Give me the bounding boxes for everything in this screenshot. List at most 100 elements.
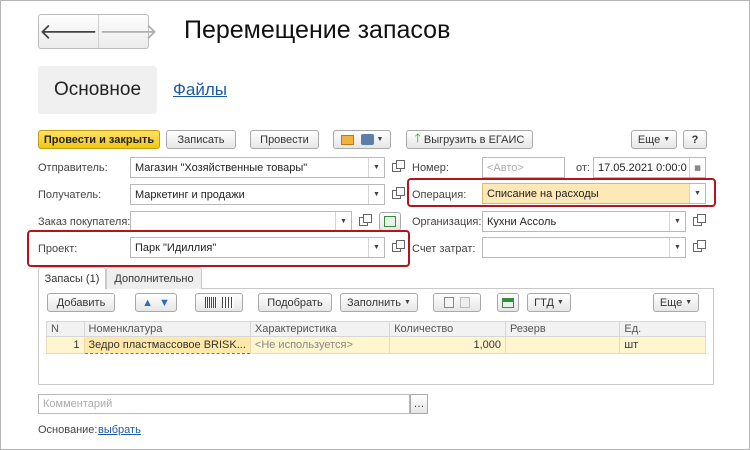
- cell-n[interactable]: 1: [46, 336, 85, 354]
- arrow-left-icon: 🡐: [39, 18, 98, 44]
- fill-icon: [384, 216, 396, 227]
- col-header-n[interactable]: N: [46, 321, 85, 337]
- number-field[interactable]: <Авто>: [482, 157, 565, 178]
- arrow-down-icon[interactable]: ▼: [159, 297, 170, 309]
- upload-icon: 🡑: [414, 131, 421, 145]
- stock-table: N Номенклатура Характеристика Количество…: [46, 321, 706, 354]
- page-title: Перемещение запасов: [184, 16, 451, 44]
- comment-input[interactable]: Комментарий: [38, 394, 410, 414]
- tab-files[interactable]: Файлы: [173, 80, 227, 100]
- project-label: Проект:: [38, 243, 78, 255]
- chevron-down-icon[interactable]: ▼: [377, 136, 384, 143]
- number-label: Номер:: [412, 162, 449, 174]
- chevron-down-icon: ▼: [663, 136, 671, 143]
- sender-label: Отправитель:: [38, 162, 108, 174]
- table-more-button[interactable]: Еще ▼: [653, 293, 699, 312]
- col-header-char[interactable]: Характеристика: [249, 321, 391, 337]
- post-button[interactable]: Провести: [250, 130, 319, 149]
- col-header-item[interactable]: Номенклатура: [83, 321, 251, 337]
- cell-item[interactable]: Зедро пластмассовое BRISK...: [83, 336, 251, 354]
- open-icon: [692, 214, 706, 226]
- open-org-button[interactable]: [688, 211, 706, 232]
- gtd-dropdown-button[interactable]: ГТД ▼: [527, 293, 571, 312]
- barcode-search-icon[interactable]: [221, 297, 234, 308]
- excel-button[interactable]: [497, 293, 519, 312]
- copy-buttons: [433, 293, 481, 312]
- comment-expand-button[interactable]: …: [410, 394, 428, 414]
- project-field[interactable]: Парк "Идиллия" ▼: [130, 237, 385, 258]
- document-window: 🡐 🡒 Перемещение запасов Основное Файлы П…: [0, 0, 750, 450]
- cell-reserve[interactable]: [504, 336, 621, 354]
- pick-button[interactable]: Подобрать: [258, 293, 332, 312]
- calendar-icon[interactable]: ▦: [689, 158, 705, 177]
- chevron-down-icon[interactable]: ▼: [689, 184, 705, 203]
- post-and-close-button[interactable]: Провести и закрыть: [38, 130, 160, 149]
- cost-account-label: Счет затрат:: [412, 243, 476, 255]
- open-icon: [358, 214, 372, 226]
- barcode-icon[interactable]: [204, 297, 217, 308]
- chevron-down-icon[interactable]: ▼: [368, 158, 384, 177]
- chevron-down-icon[interactable]: ▼: [368, 238, 384, 257]
- move-buttons: ▲ ▼: [135, 293, 177, 312]
- col-header-unit[interactable]: Ед.: [619, 321, 706, 337]
- open-icon: [692, 240, 706, 252]
- chevron-down-icon[interactable]: ▼: [669, 238, 685, 257]
- open-project-button[interactable]: [387, 237, 405, 258]
- cell-char[interactable]: <Не используется>: [249, 336, 391, 354]
- chevron-down-icon: ▼: [685, 299, 693, 306]
- recipient-label: Получатель:: [38, 189, 102, 201]
- paste-icon[interactable]: [460, 297, 470, 308]
- org-label: Организация:: [412, 216, 482, 228]
- table-icon: [502, 297, 514, 308]
- chevron-down-icon[interactable]: ▼: [669, 212, 685, 231]
- help-button[interactable]: ?: [683, 130, 707, 149]
- tab-extra[interactable]: Дополнительно: [106, 267, 202, 289]
- col-header-reserve[interactable]: Резерв: [504, 321, 621, 337]
- back-button[interactable]: 🡐: [39, 15, 98, 48]
- chevron-down-icon: ▼: [556, 299, 564, 306]
- add-row-button[interactable]: Добавить: [47, 293, 115, 312]
- fill-order-button[interactable]: [379, 212, 401, 231]
- save-button[interactable]: Записать: [166, 130, 236, 149]
- chevron-down-icon: ▼: [404, 299, 411, 306]
- order-field[interactable]: ▼: [130, 211, 352, 232]
- open-icon: [391, 240, 405, 252]
- chevron-down-icon[interactable]: ▼: [368, 185, 384, 204]
- copy-icon[interactable]: [444, 297, 454, 308]
- barcode-buttons: [195, 293, 243, 312]
- cost-account-field[interactable]: ▼: [482, 237, 686, 258]
- open-recipient-button[interactable]: [387, 184, 405, 205]
- recipient-field[interactable]: Маркетинг и продажи ▼: [130, 184, 385, 205]
- forward-button[interactable]: 🡒: [98, 15, 158, 48]
- open-order-button[interactable]: [354, 211, 372, 232]
- operation-field[interactable]: Списание на расходы ▼: [482, 183, 706, 204]
- chevron-down-icon[interactable]: ▼: [335, 212, 351, 231]
- nav-buttons: 🡐 🡒: [38, 14, 158, 49]
- cell-unit[interactable]: шт: [619, 336, 706, 354]
- basis-select-link[interactable]: выбрать: [98, 424, 141, 436]
- date-label: от:: [576, 162, 590, 174]
- table-row[interactable]: 1 Зедро пластмассовое BRISK... <Не испол…: [46, 336, 706, 354]
- table-header-row: N Номенклатура Характеристика Количество…: [46, 321, 706, 337]
- open-icon: [391, 160, 405, 172]
- org-field[interactable]: Кухни Ассоль ▼: [482, 211, 686, 232]
- tab-stock[interactable]: Запасы (1): [38, 267, 106, 289]
- egais-upload-button[interactable]: 🡑 Выгрузить в ЕГАИС: [406, 130, 533, 149]
- open-sender-button[interactable]: [387, 157, 405, 178]
- col-header-qty[interactable]: Количество: [389, 321, 506, 337]
- mail-icon[interactable]: [340, 134, 354, 145]
- basis-label: Основание:: [38, 424, 98, 436]
- tab-main[interactable]: Основное: [38, 66, 157, 114]
- operation-label: Операция:: [412, 189, 467, 201]
- printer-icon[interactable]: [360, 134, 374, 145]
- open-cost-account-button[interactable]: [688, 237, 706, 258]
- sender-field[interactable]: Магазин "Хозяйственные товары" ▼: [130, 157, 385, 178]
- fill-dropdown-button[interactable]: Заполнить ▼: [340, 293, 418, 312]
- arrow-right-icon: 🡒: [99, 18, 158, 44]
- cell-qty[interactable]: 1,000: [389, 336, 506, 354]
- date-field[interactable]: 17.05.2021 0:00:0 ▦: [593, 157, 706, 178]
- order-label: Заказ покупателя:: [38, 216, 131, 228]
- open-icon: [391, 187, 405, 199]
- more-button[interactable]: Еще ▼: [631, 130, 677, 149]
- arrow-up-icon[interactable]: ▲: [142, 297, 153, 309]
